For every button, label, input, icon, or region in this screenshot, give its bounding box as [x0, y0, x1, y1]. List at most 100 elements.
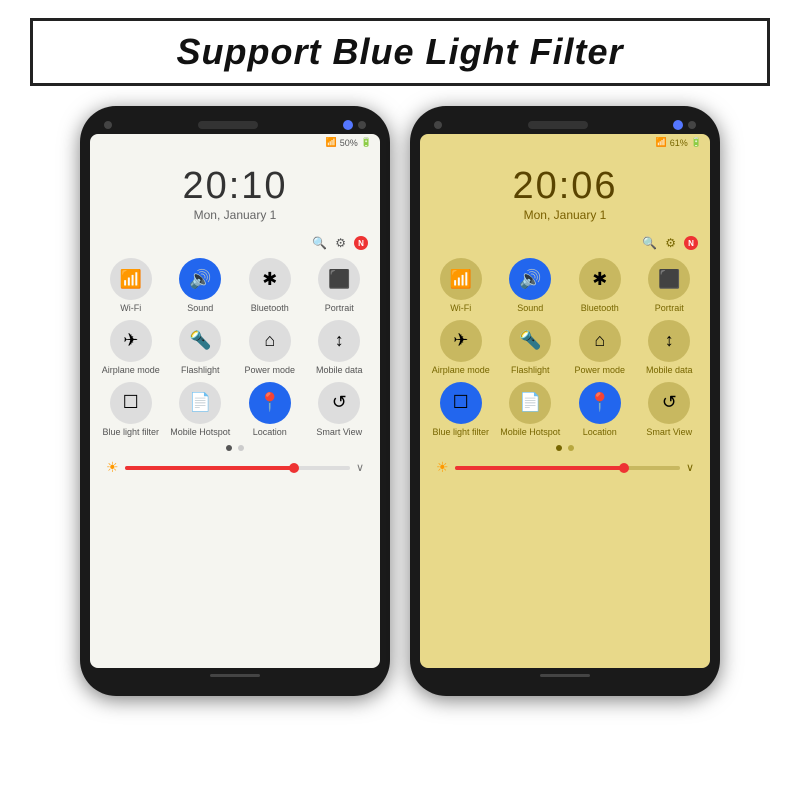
phone-warm: 📶 61% 🔋 20:06 Mon, January 1 🔍 ⚙ N 📶: [410, 106, 720, 696]
brightness-fill: [125, 466, 294, 470]
tile-wifi-label-warm: Wi-Fi: [450, 303, 471, 314]
tile-airplane-icon-warm[interactable]: ✈: [440, 320, 482, 362]
tile-flashlight-icon[interactable]: 🔦: [179, 320, 221, 362]
quick-panel-warm: 🔍 ⚙ N 📶 Wi-Fi 🔊 Sound ✱: [420, 230, 710, 668]
tile-sound-icon[interactable]: 🔊: [179, 258, 221, 300]
tile-smart-view: ↺ Smart View: [307, 382, 373, 438]
camera-dot-warm: [434, 121, 442, 129]
tile-wifi-icon-warm[interactable]: 📶: [440, 258, 482, 300]
tile-smart-view-label: Smart View: [316, 427, 362, 438]
status-bar-warm: 📶 61% 🔋: [420, 134, 710, 151]
page-dot-2-warm: [568, 445, 574, 451]
camera-sensor-warm: [688, 121, 696, 129]
tile-location-icon[interactable]: 📍: [249, 382, 291, 424]
tile-airplane-icon[interactable]: ✈: [110, 320, 152, 362]
page-dots-normal: [98, 445, 372, 451]
tile-portrait-warm: ⬛ Portrait: [637, 258, 703, 314]
tile-location-label: Location: [253, 427, 287, 438]
tile-airplane: ✈ Airplane mode: [98, 320, 164, 376]
tile-hotspot-warm: 📄 Mobile Hotspot: [498, 382, 564, 438]
tile-bluetooth: ✱ Bluetooth: [237, 258, 303, 314]
page-dot-2: [238, 445, 244, 451]
tile-airplane-label-warm: Airplane mode: [432, 365, 490, 376]
tile-portrait-icon-warm[interactable]: ⬛: [648, 258, 690, 300]
tiles-grid-normal: 📶 Wi-Fi 🔊 Sound ✱ Bluetooth ⬛ Portrait: [98, 258, 372, 437]
tile-location-label-warm: Location: [583, 427, 617, 438]
tile-hotspot-label-warm: Mobile Hotspot: [500, 427, 560, 438]
page-dot-1-warm: [556, 445, 562, 451]
brightness-track-warm[interactable]: [455, 466, 680, 470]
tile-flashlight-icon-warm[interactable]: 🔦: [509, 320, 551, 362]
tile-mobile-data-warm: ↕ Mobile data: [637, 320, 703, 376]
tile-smart-view-icon-warm[interactable]: ↺: [648, 382, 690, 424]
tile-flashlight-warm: 🔦 Flashlight: [498, 320, 564, 376]
sensor-area: [343, 120, 366, 130]
tile-blue-light: ☐ Blue light filter: [98, 382, 164, 438]
tile-hotspot-icon[interactable]: 📄: [179, 382, 221, 424]
tile-smart-view-icon[interactable]: ↺: [318, 382, 360, 424]
tile-smart-view-warm: ↺ Smart View: [637, 382, 703, 438]
tile-bluetooth-label: Bluetooth: [251, 303, 289, 314]
tile-bluetooth-label-warm: Bluetooth: [581, 303, 619, 314]
clock-area-warm: 20:06 Mon, January 1: [420, 151, 710, 230]
tile-portrait-icon[interactable]: ⬛: [318, 258, 360, 300]
tile-sound-label: Sound: [187, 303, 213, 314]
camera-dot: [104, 121, 112, 129]
settings-icon[interactable]: ⚙: [335, 236, 346, 250]
battery-icon-warm: 🔋: [691, 137, 702, 148]
brightness-chevron[interactable]: ∨: [356, 461, 364, 474]
tile-mobile-data-icon-warm[interactable]: ↕: [648, 320, 690, 362]
tile-mobile-data-label: Mobile data: [316, 365, 363, 376]
home-bar: [210, 674, 260, 677]
tile-location-icon-warm[interactable]: 📍: [579, 382, 621, 424]
tile-blue-light-label-warm: Blue light filter: [432, 427, 489, 438]
panel-toolbar-warm: 🔍 ⚙ N: [428, 236, 702, 250]
tile-power-icon-warm[interactable]: ⌂: [579, 320, 621, 362]
battery-text: 50%: [340, 138, 358, 148]
brightness-track[interactable]: [125, 466, 350, 470]
notification-dot-warm[interactable]: N: [684, 236, 698, 250]
tile-mobile-data-icon[interactable]: ↕: [318, 320, 360, 362]
settings-icon-warm[interactable]: ⚙: [665, 236, 676, 250]
tile-power-icon[interactable]: ⌂: [249, 320, 291, 362]
tile-blue-light-icon-warm[interactable]: ☐: [440, 382, 482, 424]
battery-text-warm: 61%: [670, 138, 688, 148]
phone-speaker: [198, 121, 258, 129]
screen-warm: 📶 61% 🔋 20:06 Mon, January 1 🔍 ⚙ N 📶: [420, 134, 710, 668]
tile-power: ⌂ Power mode: [237, 320, 303, 376]
tile-sound-icon-warm[interactable]: 🔊: [509, 258, 551, 300]
tile-blue-light-icon[interactable]: ☐: [110, 382, 152, 424]
tile-sound-label-warm: Sound: [517, 303, 543, 314]
tile-wifi-icon[interactable]: 📶: [110, 258, 152, 300]
tile-wifi-warm: 📶 Wi-Fi: [428, 258, 494, 314]
tile-hotspot-icon-warm[interactable]: 📄: [509, 382, 551, 424]
tiles-grid-warm: 📶 Wi-Fi 🔊 Sound ✱ Bluetooth ⬛ Portrait: [428, 258, 702, 437]
notification-dot[interactable]: N: [354, 236, 368, 250]
tile-bluetooth-icon-warm[interactable]: ✱: [579, 258, 621, 300]
brightness-icon-warm: ☀: [436, 459, 449, 476]
header-title: Support Blue Light Filter: [57, 31, 743, 73]
brightness-row-normal: ☀ ∨: [98, 455, 372, 480]
status-bar-normal: 📶 50% 🔋: [90, 134, 380, 151]
brightness-chevron-warm[interactable]: ∨: [686, 461, 694, 474]
phone-normal: 📶 50% 🔋 20:10 Mon, January 1 🔍 ⚙ N 📶: [80, 106, 390, 696]
phone-bottom-warm: [420, 668, 710, 682]
search-icon-warm[interactable]: 🔍: [642, 236, 657, 250]
tile-sound: 🔊 Sound: [168, 258, 234, 314]
phone-bottom-normal: [90, 668, 380, 682]
screen-normal: 📶 50% 🔋 20:10 Mon, January 1 🔍 ⚙ N 📶: [90, 134, 380, 668]
home-bar-warm: [540, 674, 590, 677]
led-sensor-warm: [673, 120, 683, 130]
clock-time-normal: 20:10: [90, 165, 380, 208]
battery-icon: 🔋: [361, 137, 372, 148]
clock-area-normal: 20:10 Mon, January 1: [90, 151, 380, 230]
tile-flashlight-label-warm: Flashlight: [511, 365, 550, 376]
signal-icon-warm: 📶: [656, 137, 667, 148]
tile-power-label: Power mode: [244, 365, 295, 376]
phone-top-bar-warm: [420, 120, 710, 130]
brightness-thumb-warm: [619, 463, 629, 473]
tile-bluetooth-icon[interactable]: ✱: [249, 258, 291, 300]
led-sensor: [343, 120, 353, 130]
search-icon[interactable]: 🔍: [312, 236, 327, 250]
tile-portrait-label: Portrait: [325, 303, 354, 314]
